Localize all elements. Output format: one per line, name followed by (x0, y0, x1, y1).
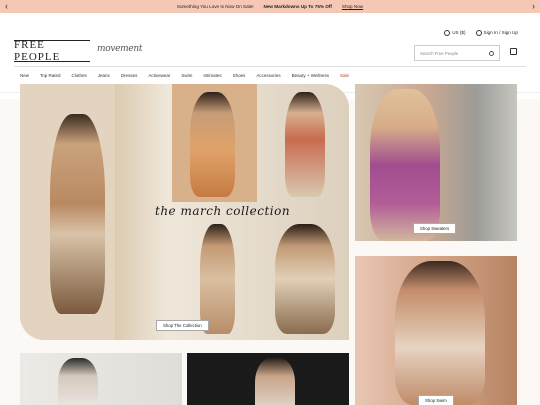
bag-icon[interactable] (510, 48, 517, 55)
model-figure (50, 114, 105, 314)
signin-label: Sign In / Sign Up (483, 30, 518, 36)
header-divider (14, 66, 526, 67)
promo-link[interactable]: Shop Now (342, 4, 363, 9)
globe-icon (444, 30, 451, 36)
main-nav: New Top Rated Clothes Jeans Dresses Activewea… (20, 73, 360, 78)
product-tile[interactable] (187, 353, 349, 405)
model-figure (58, 358, 98, 405)
shop-collection-button[interactable]: Shop The Collection (156, 320, 209, 331)
user-icon (475, 30, 482, 36)
model-figure (200, 224, 235, 334)
nav-item[interactable]: Intimates (203, 73, 221, 78)
movement-logo[interactable]: movement (97, 44, 143, 54)
nav-item[interactable]: Beauty + Wellness (292, 73, 329, 78)
promo-banner: ‹ Something You Love Is Now On Sale! New… (0, 0, 540, 13)
nav-item[interactable]: Sale (340, 73, 349, 78)
model-figure (285, 92, 325, 197)
account-bar: US ($) Sign In / Sign Up (444, 30, 518, 36)
model-figure (275, 224, 335, 334)
nav-item[interactable]: Swim (181, 73, 192, 78)
locale-selector[interactable]: US ($) (444, 30, 466, 36)
signin-link[interactable]: Sign In / Sign Up (475, 30, 518, 36)
nav-item[interactable]: Top Rated (40, 73, 61, 78)
product-tile[interactable] (20, 353, 182, 405)
hero-script-title: the march collection (155, 204, 291, 218)
promo-next-icon[interactable]: › (532, 1, 535, 11)
promo-bold-text: New Markdowns Up To 75% Off (263, 4, 332, 9)
nav-item[interactable]: Accessories (256, 73, 280, 78)
promo-prev-icon[interactable]: ‹ (5, 1, 8, 11)
locale-label: US ($) (452, 30, 466, 36)
nav-item[interactable]: Clothes (72, 73, 87, 78)
shop-sweaters-button[interactable]: Shop Sweaters (413, 223, 457, 234)
nav-item[interactable]: New (20, 73, 29, 78)
model-figure (190, 92, 235, 197)
brand-logo[interactable]: FREE PEOPLE (14, 39, 90, 63)
nav-item[interactable]: Jeans (98, 73, 110, 78)
hero-banner[interactable]: the march collection Shop The Collection (20, 84, 349, 340)
swim-tile[interactable]: Shop Swim (355, 256, 517, 405)
search-input[interactable]: Search Free People (414, 45, 500, 61)
search-icon[interactable] (489, 50, 494, 56)
shop-swim-button[interactable]: Shop Swim (418, 395, 454, 405)
model-figure (395, 261, 485, 405)
sweaters-tile[interactable]: Shop Sweaters (355, 84, 517, 241)
model-figure (370, 89, 440, 241)
model-figure (255, 358, 295, 405)
search-placeholder: Search Free People (420, 50, 459, 56)
nav-item[interactable]: Shoes (233, 73, 246, 78)
promo-text: Something You Love Is Now On Sale! (176, 4, 254, 9)
nav-item[interactable]: Activewear (148, 73, 170, 78)
nav-item[interactable]: Dresses (121, 73, 138, 78)
